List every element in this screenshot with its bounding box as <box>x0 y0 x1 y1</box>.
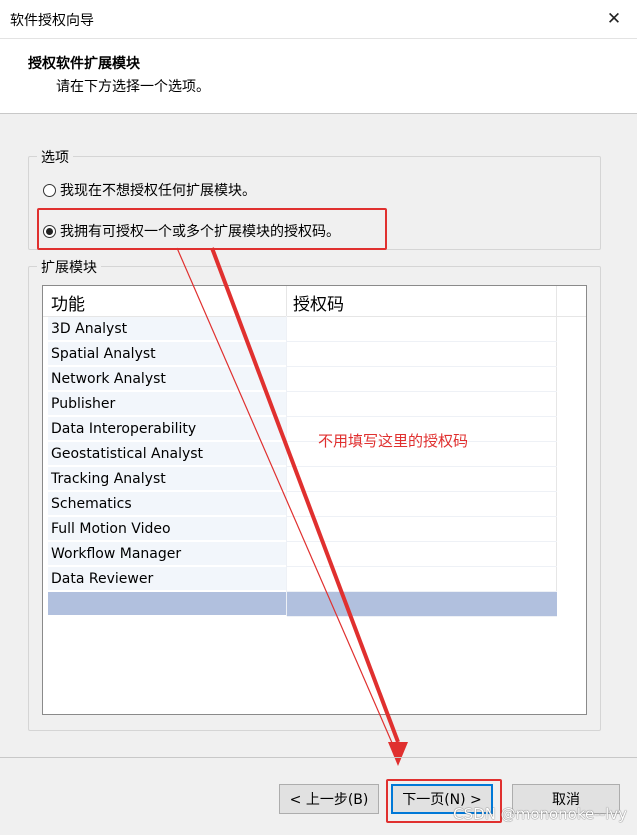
column-header-license-code[interactable]: 授权码 <box>293 290 344 315</box>
header-title: 授权软件扩展模块 <box>28 56 140 72</box>
table-row[interactable]: Workflow Manager <box>48 542 558 567</box>
feature-cell: Network Analyst <box>48 367 286 391</box>
radio-button-icon[interactable] <box>43 183 56 197</box>
table-row[interactable]: Geostatistical Analyst <box>48 442 558 467</box>
feature-cell: Workflow Manager <box>48 542 286 566</box>
feature-cell: Tracking Analyst <box>48 467 286 491</box>
license-code-cell[interactable] <box>287 517 557 542</box>
feature-cell: 3D Analyst <box>48 317 286 341</box>
radio-no-license-label: 我现在不想授权任何扩展模块。 <box>60 183 256 199</box>
feature-cell: Data Reviewer <box>48 567 286 591</box>
license-code-cell[interactable] <box>287 392 557 417</box>
table-row-selected[interactable] <box>48 592 558 617</box>
table-row[interactable]: Publisher <box>48 392 558 417</box>
table-row[interactable]: Network Analyst <box>48 367 558 392</box>
feature-cell: Publisher <box>48 392 286 416</box>
table-row[interactable]: Spatial Analyst <box>48 342 558 367</box>
annotation-highlight-radio <box>37 208 387 250</box>
table-row[interactable]: 3D Analyst <box>48 317 558 342</box>
table-row[interactable]: Data Reviewer <box>48 567 558 592</box>
license-code-cell[interactable] <box>287 317 557 342</box>
footer-separator <box>0 757 637 758</box>
close-icon[interactable]: ✕ <box>599 4 629 34</box>
feature-cell: Schematics <box>48 492 286 516</box>
license-code-cell[interactable] <box>287 492 557 517</box>
table-row[interactable]: Tracking Analyst <box>48 467 558 492</box>
table-row[interactable]: Data Interoperability <box>48 417 558 442</box>
list-rows: 3D Analyst Spatial Analyst Network Analy… <box>48 317 558 617</box>
watermark: CSDN @mononoke--lvy <box>453 805 627 823</box>
header-subtitle: 请在下方选择一个选项。 <box>56 79 210 95</box>
list-header: 功能 授权码 <box>43 286 586 317</box>
license-code-cell[interactable] <box>287 467 557 492</box>
annotation-note: 不用填写这里的授权码 <box>318 432 469 450</box>
table-row[interactable]: Schematics <box>48 492 558 517</box>
feature-cell: Spatial Analyst <box>48 342 286 366</box>
license-code-cell[interactable] <box>287 567 557 592</box>
table-row[interactable]: Full Motion Video <box>48 517 558 542</box>
feature-cell <box>48 592 286 616</box>
back-button[interactable]: < 上一步(B) <box>279 784 379 814</box>
extensions-legend: 扩展模块 <box>37 257 101 277</box>
license-code-cell[interactable] <box>287 592 557 617</box>
window-title: 软件授权向导 <box>10 13 94 29</box>
column-header-feature[interactable]: 功能 <box>51 290 85 315</box>
options-legend: 选项 <box>37 147 73 167</box>
wizard-header: 授权软件扩展模块 请在下方选择一个选项。 <box>0 39 637 114</box>
extensions-list[interactable]: 功能 授权码 3D Analyst Spatial Analyst Networ… <box>42 285 587 715</box>
license-code-cell[interactable] <box>287 542 557 567</box>
feature-cell: Data Interoperability <box>48 417 286 441</box>
title-bar: 软件授权向导 ✕ <box>0 0 637 39</box>
feature-cell: Full Motion Video <box>48 517 286 541</box>
feature-cell: Geostatistical Analyst <box>48 442 286 466</box>
radio-no-license[interactable]: 我现在不想授权任何扩展模块。 <box>43 180 256 200</box>
license-code-cell[interactable] <box>287 367 557 392</box>
license-code-cell[interactable] <box>287 342 557 367</box>
